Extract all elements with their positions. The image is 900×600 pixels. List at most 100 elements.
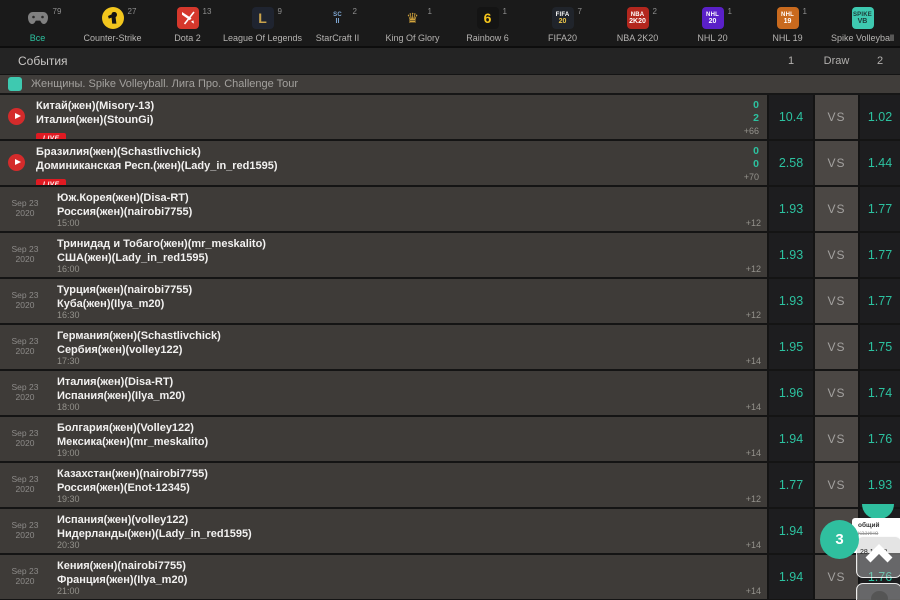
starcraft-2-icon: SCII: [327, 7, 349, 29]
odds-button-1[interactable]: 1.93: [769, 233, 813, 277]
match-date: Sep 232020: [0, 198, 50, 218]
odds-button-1[interactable]: 1.94: [769, 555, 813, 599]
nav-label-king-of-glory: King Of Glory: [385, 33, 439, 43]
odds-button-1[interactable]: 1.94: [769, 509, 813, 553]
nav-count-king-of-glory: 1: [428, 7, 432, 16]
chat-button[interactable]: [856, 583, 900, 600]
starcraft-2-glyph-line2: II: [336, 18, 340, 25]
team1-name: Германия(жен)(Schastlivchick): [57, 329, 767, 343]
nav-item-king-of-glory[interactable]: ♛1King Of Glory: [375, 0, 450, 46]
nav-item-starcraft-2[interactable]: SCII 2 StarCraft II: [300, 0, 375, 46]
odds-button-2[interactable]: 1.02: [860, 95, 900, 139]
team2-score: 2: [744, 112, 759, 125]
team1-name: Тринидад и Тобаго(жен)(mr_meskalito): [57, 237, 767, 251]
handicap-value: +14: [746, 540, 761, 550]
odds-button-1[interactable]: 1.95: [769, 325, 813, 369]
odds-button-1[interactable]: 10.4: [769, 95, 813, 139]
event-cell[interactable]: Sep 232020Тринидад и Тобаго(жен)(mr_mesk…: [0, 233, 767, 277]
odds-button-2[interactable]: 1.77: [860, 187, 900, 231]
league-header[interactable]: Женщины. Spike Volleyball. Лига Про. Cha…: [0, 75, 900, 95]
odds-button-1[interactable]: 1.93: [769, 187, 813, 231]
match-date-line1: Sep 23: [12, 566, 39, 576]
league-of-legends-glyph: L: [258, 11, 267, 25]
team2-name: Италия(жен)(StounGi): [36, 113, 767, 127]
match-date-line2: 2020: [16, 484, 35, 494]
live-badge: LIVE: [36, 179, 66, 185]
match-date-line1: Sep 23: [12, 474, 39, 484]
event-cell[interactable]: Китай(жен)(Misory-13)Италия(жен)(StounGi…: [0, 95, 767, 139]
live-play-button[interactable]: [8, 108, 25, 125]
event-cell[interactable]: Sep 232020Турция(жен)(nairobi7755)Куба(ж…: [0, 279, 767, 323]
nav-item-fifa20[interactable]: FIFA207FIFA20: [525, 0, 600, 46]
chat-unread-badge[interactable]: 3: [820, 520, 859, 559]
match-time: 15:00: [57, 218, 80, 228]
nav-label-nba-2k20: NBA 2K20: [617, 33, 659, 43]
handicap-value: +12: [746, 494, 761, 504]
nav-item-nhl-19[interactable]: NHL191NHL 19: [750, 0, 825, 46]
nav-count-counter-strike: 27: [128, 7, 137, 16]
event-cell[interactable]: Sep 232020Юж.Корея(жен)(Disa-RT)Россия(ж…: [0, 187, 767, 231]
event-cell[interactable]: Sep 232020Испания(жен)(volley122)Нидерла…: [0, 509, 767, 553]
team2-name: Испания(жен)(Ilya_m20): [57, 389, 767, 403]
score-column: 02+66: [744, 99, 759, 138]
odds-button-2[interactable]: 1.77: [860, 279, 900, 323]
nav-item-all[interactable]: 79Все: [0, 0, 75, 46]
team1-name: Китай(жен)(Misory-13): [36, 99, 767, 113]
nav-item-nba-2k20[interactable]: NBA2K202NBA 2K20: [600, 0, 675, 46]
nav-item-counter-strike[interactable]: 27Counter-Strike: [75, 0, 150, 46]
match-date-line1: Sep 23: [12, 198, 39, 208]
odds-button-2[interactable]: 1.75: [860, 325, 900, 369]
nav-count-league-of-legends: 9: [278, 7, 282, 16]
live-play-button[interactable]: [8, 154, 25, 171]
nav-item-nhl-20[interactable]: NHL201NHL 20: [675, 0, 750, 46]
event-cell[interactable]: Sep 232020Италия(жен)(Disa-RT)Испания(же…: [0, 371, 767, 415]
nav-item-spike-volleyball[interactable]: SPIKEVBSpike Volleyball: [825, 0, 900, 46]
chat-preview-line1: общий: [858, 522, 900, 530]
vs-cell: VS: [815, 95, 858, 139]
event-cell[interactable]: Sep 232020Кения(жен)(nairobi7755)Франция…: [0, 555, 767, 599]
event-cell[interactable]: Бразилия(жен)(Schastlivchick)Доминиканск…: [0, 141, 767, 185]
team2-name: США(жен)(Lady_in_red1595): [57, 251, 767, 265]
odds-button-1[interactable]: 2.58: [769, 141, 813, 185]
event-cell[interactable]: Sep 232020Болгария(жен)(Volley122)Мексик…: [0, 417, 767, 461]
scroll-to-top-button[interactable]: 28.12.18: [856, 536, 900, 578]
nav-label-league-of-legends: League Of Legends: [223, 33, 302, 43]
match-row: Sep 232020Казахстан(жен)(nairobi7755)Рос…: [0, 463, 900, 507]
odds-button-2[interactable]: 1.76: [860, 417, 900, 461]
event-cell[interactable]: Sep 232020Германия(жен)(Schastlivchick)С…: [0, 325, 767, 369]
handicap-value: +12: [746, 218, 761, 228]
spike-volleyball-league-icon: [8, 77, 22, 91]
team1-name: Бразилия(жен)(Schastlivchick): [36, 145, 767, 159]
odds-button-1[interactable]: 1.77: [769, 463, 813, 507]
team2-name: Мексика(жен)(mr_meskalito): [57, 435, 767, 449]
gamepad-icon: [27, 11, 49, 25]
odds-button-2[interactable]: 1.44: [860, 141, 900, 185]
nav-item-dota-2[interactable]: 13Dota 2: [150, 0, 225, 46]
nav-label-nhl-19: NHL 19: [772, 33, 802, 43]
match-date: Sep 232020: [0, 382, 50, 402]
nav-label-rainbow-6: Rainbow 6: [466, 33, 509, 43]
nav-item-rainbow-6[interactable]: 61Rainbow 6: [450, 0, 525, 46]
match-date-line2: 2020: [16, 346, 35, 356]
nav-item-league-of-legends[interactable]: L 9 League Of Legends: [225, 0, 300, 46]
team2-score: 0: [744, 158, 759, 171]
rainbow-6-glyph: 6: [484, 11, 492, 25]
odds-button-1[interactable]: 1.93: [769, 279, 813, 323]
odds-button-2[interactable]: 1.74: [860, 371, 900, 415]
match-row: Sep 232020Испания(жен)(volley122)Нидерла…: [0, 509, 900, 553]
match-date-line1: Sep 23: [12, 428, 39, 438]
odds-button-2[interactable]: 1.77: [860, 233, 900, 277]
match-row: Китай(жен)(Misory-13)Италия(жен)(StounGi…: [0, 95, 900, 139]
odds-button-2[interactable]: 1.93: [860, 463, 900, 507]
match-time: 16:30: [57, 310, 80, 320]
odds-button-1[interactable]: 1.96: [769, 371, 813, 415]
nav-count-starcraft-2: 2: [353, 7, 357, 16]
team2-name: Россия(жен)(nairobi7755): [57, 205, 767, 219]
nav-label-starcraft-2: StarCraft II: [316, 33, 360, 43]
event-cell[interactable]: Sep 232020Казахстан(жен)(nairobi7755)Рос…: [0, 463, 767, 507]
team2-name: Сербия(жен)(volley122): [57, 343, 767, 357]
odds-button-1[interactable]: 1.94: [769, 417, 813, 461]
match-date: Sep 232020: [0, 428, 50, 448]
nba-2k20-icon: NBA2K20: [627, 7, 649, 29]
sports-nav: 79Все27Counter-Strike13Dota 2 L 9 League Of…: [0, 0, 900, 48]
